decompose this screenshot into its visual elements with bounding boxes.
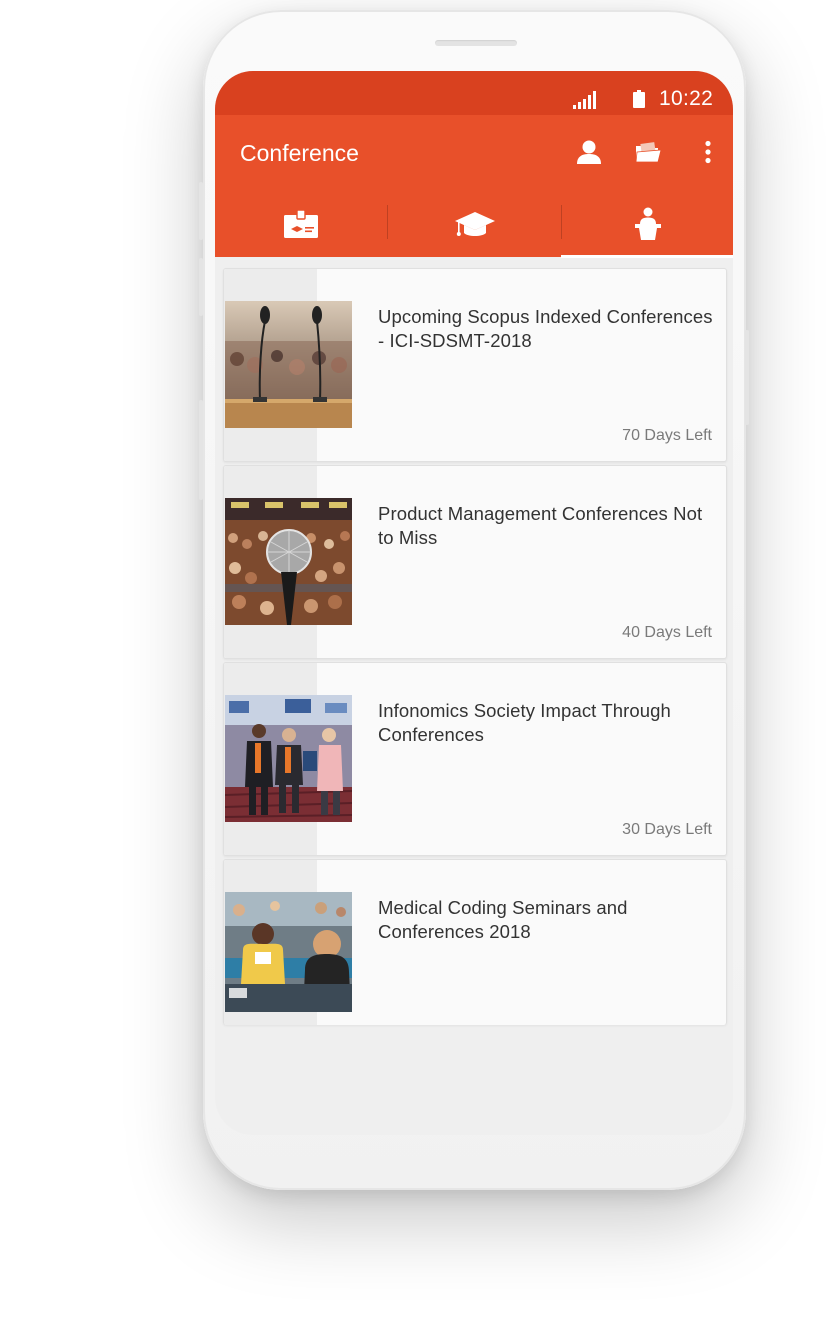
signal-icon (573, 91, 596, 109)
microphone-audience-photo (225, 498, 352, 625)
days-left: 40 Days Left (622, 624, 712, 641)
tab-registration[interactable] (215, 191, 387, 257)
conference-title: Upcoming Scopus Indexed Conferences - IC… (378, 306, 713, 351)
tab-education[interactable] (388, 191, 561, 257)
conference-card[interactable]: Product Management Conferences Not to Mi… (223, 465, 727, 659)
microphones-podium-photo (225, 301, 352, 428)
conference-title: Product Management Conferences Not to Mi… (378, 503, 703, 548)
volume-button (199, 258, 203, 316)
phone-screen: 10:22 Conference Upcoming Scopus Indexed… (215, 71, 733, 1135)
seminar-table-photo (225, 892, 352, 1012)
speaker-podium-icon (634, 207, 661, 240)
conference-title: Medical Coding Seminars and Conferences … (378, 897, 628, 942)
power-button (745, 330, 749, 425)
status-bar: 10:22 (215, 71, 733, 115)
conference-card[interactable]: Upcoming Scopus Indexed Conferences - IC… (223, 268, 727, 462)
tab-indicator (561, 255, 733, 258)
more-vert-icon[interactable] (703, 137, 713, 167)
app-title: Conference (240, 140, 359, 166)
status-time: 10:22 (659, 87, 714, 110)
volume-button (199, 182, 203, 240)
side-button (199, 400, 203, 500)
tab-speakers[interactable] (562, 191, 733, 257)
tab-bar (215, 191, 733, 257)
app-bar: Conference (215, 115, 733, 191)
battery-icon (633, 90, 645, 108)
id-badge-icon (284, 209, 318, 238)
profile-icon[interactable] (575, 137, 603, 167)
days-left: 30 Days Left (622, 821, 712, 838)
days-left: 70 Days Left (622, 427, 712, 444)
conference-title: Infonomics Society Impact Through Confer… (378, 700, 671, 745)
graduation-cap-icon (454, 212, 495, 236)
folder-icon[interactable] (633, 137, 663, 167)
conference-card[interactable]: Infonomics Society Impact Through Confer… (223, 662, 727, 856)
phone-earpiece (435, 40, 517, 46)
conference-card[interactable]: Medical Coding Seminars and Conferences … (223, 859, 727, 1025)
attendees-walking-photo (225, 695, 352, 822)
